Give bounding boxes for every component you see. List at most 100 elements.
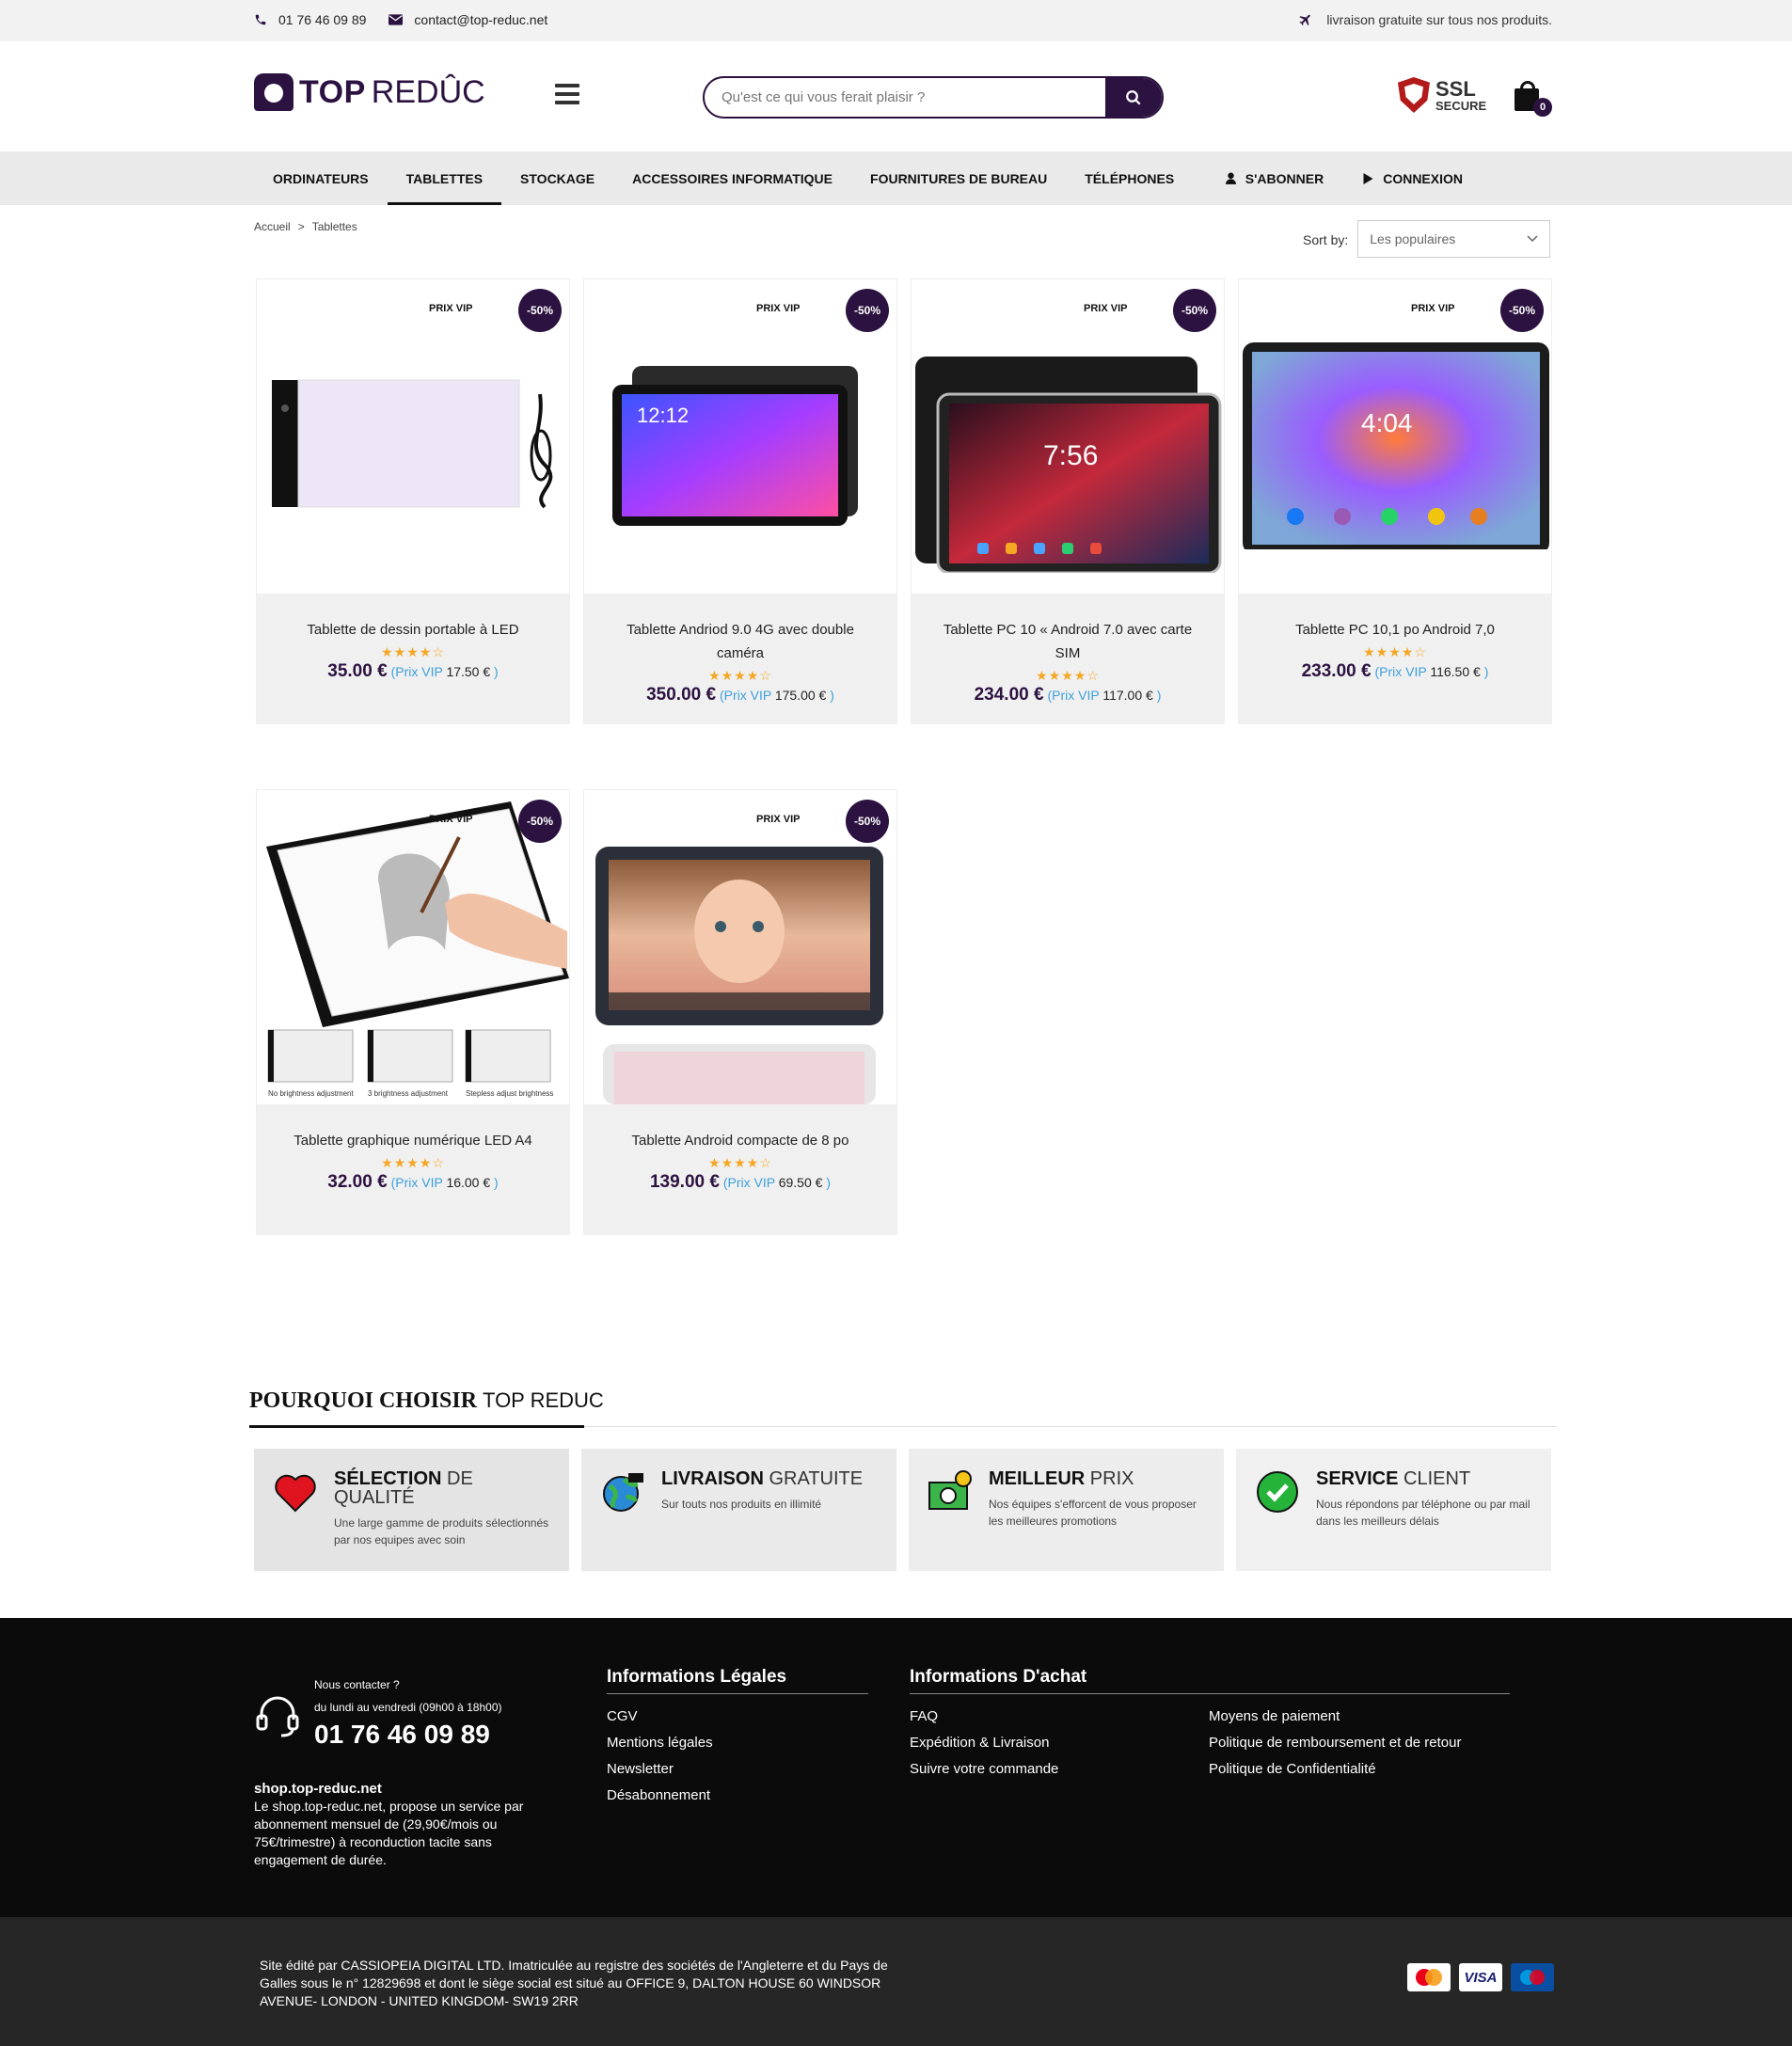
search-icon [1126,89,1141,105]
discount-badge: -50% [1500,289,1544,332]
ssl-badge: SSL SECURE [1398,77,1486,113]
nav-item-ordinateurs[interactable]: ORDINATEURS [254,151,388,205]
rating-stars: ★★★★☆ [381,1155,445,1170]
product-card[interactable]: 7:56 PRIX VIP -50% Tablette PC 10 « Andr… [911,278,1225,724]
rating-stars: ★★★★☆ [708,668,772,683]
nav-item-accessoires[interactable]: ACCESSOIRES INFORMATIQUE [613,151,851,205]
logo-phone-icon [254,73,293,111]
product-price: 234.00 € [974,685,1044,705]
product-price-row: 139.00 € (Prix VIP 69.50 € ) [603,1172,878,1193]
footer: Nous contacter ? du lundi au vendredi (0… [0,1618,1792,1917]
product-price: 139.00 € [649,1172,720,1192]
login-link[interactable]: CONNEXION [1363,171,1463,186]
search-bar [703,76,1164,119]
site-logo[interactable]: TOP REDÛC [254,73,485,111]
product-name[interactable]: Tablette Android compacte de 8 po [603,1129,878,1152]
vip-close: ) [494,664,499,679]
user-icon [1225,172,1236,184]
product-name[interactable]: Tablette de dessin portable à LED [276,618,550,642]
product-price: 350.00 € [646,685,717,705]
product-card[interactable]: PRIX VIP -50% Tablette de dessin portabl… [256,278,570,724]
feature-shipping: LIVRAISON GRATUITE Sur touts nos produit… [581,1449,896,1571]
search-button[interactable] [1105,78,1162,117]
feature-price: MEILLEUR PRIX Nos équipes s'efforcent de… [909,1449,1224,1571]
shipping-text: livraison gratuite sur tous nos produits… [1326,12,1552,27]
cart-button[interactable]: 0 [1514,79,1552,117]
product-image[interactable] [257,279,569,594]
footer-link-mentions[interactable]: Mentions légales [607,1730,868,1756]
sort-select[interactable]: Les populaires [1357,220,1551,258]
feature-quality: SÉLECTION DE QUALITÉ Une large gamme de … [254,1449,569,1571]
product-image[interactable]: 7:56 [912,279,1224,594]
bottom-bar: Site édité par CASSIOPEIA DIGITAL LTD. I… [0,1917,1792,2046]
footer-link-tracking[interactable]: Suivre votre commande [910,1756,1209,1783]
discount-badge: -50% [518,800,562,843]
topbar-email[interactable]: contact@top-reduc.net [389,12,547,27]
compact-tablet-image [595,847,883,1104]
vip-close: ) [1156,688,1162,703]
discount-badge: -50% [518,289,562,332]
feature-title-bold: LIVRAISON [661,1468,764,1489]
footer-link-newsletter[interactable]: Newsletter [607,1756,868,1783]
nav-item-telephones[interactable]: TÉLÉPHONES [1066,151,1193,205]
product-name[interactable]: Tablette graphique numérique LED A4 [276,1129,550,1152]
vip-badge: PRIX VIP [1084,303,1128,314]
footer-link-unsubscribe[interactable]: Désabonnement [607,1783,868,1809]
footer-phone[interactable]: 01 76 46 09 89 [314,1720,490,1750]
footer-link-cgv[interactable]: CGV [607,1704,868,1730]
header: TOP REDÛC SSL SECURE 0 [0,41,1792,151]
footer-link-privacy[interactable]: Politique de Confidentialité [1209,1756,1461,1783]
product-price: 35.00 € [327,661,388,681]
vip-badge: PRIX VIP [429,814,473,825]
android-tablet-image: 12:12 [612,366,858,526]
product-price: 32.00 € [327,1172,388,1192]
ssl-title: SSL [1435,76,1476,101]
search-input[interactable] [705,78,1100,117]
why-title-light: TOP REDUC [483,1388,604,1412]
product-image[interactable]: 12:12 [584,279,896,594]
product-card[interactable]: No brightness adjustment 3 brightness ad… [256,789,570,1235]
product-image[interactable]: 4:04 [1239,279,1551,594]
maestro-icon [1511,1963,1554,1991]
product-image[interactable]: No brightness adjustment 3 brightness ad… [257,790,569,1104]
vip-close: ) [494,1175,499,1190]
discount-badge: -50% [846,800,889,843]
product-price-row: 233.00 € (Prix VIP 116.50 € ) [1258,661,1532,682]
nav-item-fournitures[interactable]: FOURNITURES DE BUREAU [851,151,1066,205]
product-card[interactable]: 4:04 PRIX VIP -50% Tablette PC 10,1 po A… [1238,278,1552,724]
product-name[interactable]: Tablette PC 10,1 po Android 7,0 [1258,618,1532,642]
image-caption-1: No brightness adjustment [268,1089,354,1098]
headset-icon [256,1696,299,1737]
page: 01 76 46 09 89 contact@top-reduc.net liv… [0,0,1792,2046]
topbar-phone[interactable]: 01 76 46 09 89 [254,12,366,27]
shipping-notice: livraison gratuite sur tous nos produits… [1298,12,1552,27]
product-name[interactable]: Tablette Andriod 9.0 4G avec double camé… [603,618,878,665]
subscribe-link[interactable]: S'ABONNER [1225,170,1324,186]
login-label: CONNEXION [1383,170,1463,186]
vip-badge: PRIX VIP [429,303,473,314]
footer-purchase-underline [910,1693,1510,1694]
footer-link-refund[interactable]: Politique de remboursement et de retour [1209,1730,1461,1756]
pc-tablet-image: 7:56 [915,357,1222,573]
image-caption-2: 3 brightness adjustment [368,1089,449,1098]
vip-label: (Prix VIP [390,664,443,679]
subscribe-label: S'ABONNER [1245,170,1324,186]
product-card[interactable]: 12:12 PRIX VIP -50% Tablette Andriod 9.0… [583,278,897,724]
breadcrumb-home[interactable]: Accueil [254,220,291,233]
product-name[interactable]: Tablette PC 10 « Android 7.0 avec carte … [930,618,1205,665]
footer-link-faq[interactable]: FAQ [910,1704,1209,1730]
nav-item-stockage[interactable]: STOCKAGE [501,151,613,205]
product-price-row: 350.00 € (Prix VIP 175.00 € ) [603,685,878,706]
topbar-email-text: contact@top-reduc.net [414,12,548,27]
product-card[interactable]: PRIX VIP -50% Tablette Android compacte … [583,789,897,1235]
menu-icon[interactable] [555,84,579,109]
logo-text-bold: TOP [299,73,366,110]
vip-price: 117.00 € [1102,688,1153,703]
footer-link-payment[interactable]: Moyens de paiement [1209,1704,1461,1730]
product-image[interactable] [584,790,896,1104]
nav-item-tablettes[interactable]: TABLETTES [387,151,502,205]
footer-link-shipping[interactable]: Expédition & Livraison [910,1730,1209,1756]
check-icon [1257,1471,1298,1513]
vip-badge: PRIX VIP [756,814,801,825]
feature-title: SÉLECTION DE QUALITÉ [334,1469,552,1507]
